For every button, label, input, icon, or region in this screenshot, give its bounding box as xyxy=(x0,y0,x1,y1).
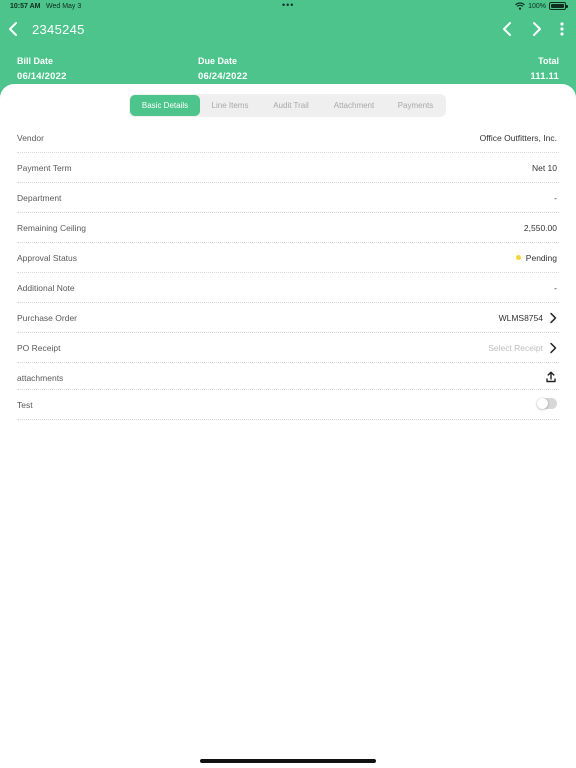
wifi-icon xyxy=(515,2,525,10)
segmented-tabs: Basic Details Line Items Audit Trail Att… xyxy=(129,94,446,117)
status-bar: 10:57 AM Wed May 3 ••• 100% xyxy=(0,0,576,14)
test-toggle[interactable] xyxy=(537,398,557,409)
more-vertical-icon[interactable] xyxy=(556,21,568,37)
purchase-order-label: Purchase Order xyxy=(17,313,77,323)
back-chevron-icon[interactable] xyxy=(6,20,22,38)
pending-status-dot xyxy=(516,255,521,260)
additional-note-label: Additional Note xyxy=(17,283,75,293)
additional-note-row: Additional Note - xyxy=(17,273,559,303)
status-date: Wed May 3 xyxy=(46,3,82,10)
remaining-ceiling-row: Remaining Ceiling 2,550.00 xyxy=(17,213,559,243)
chevron-right-icon[interactable] xyxy=(549,342,557,354)
tab-attachment[interactable]: Attachment xyxy=(322,95,386,116)
multitask-indicator[interactable]: ••• xyxy=(282,0,294,10)
attachments-label: attachments xyxy=(17,373,64,383)
test-label: Test xyxy=(17,400,33,410)
nav-bar: 2345245 xyxy=(0,14,576,44)
bill-date-value: 06/14/2022 xyxy=(17,71,67,82)
upload-icon[interactable] xyxy=(546,371,556,383)
department-value: - xyxy=(554,193,557,203)
due-date-summary: Due Date 06/24/2022 xyxy=(198,56,248,82)
payment-term-label: Payment Term xyxy=(17,163,72,173)
tab-payments[interactable]: Payments xyxy=(386,95,445,116)
home-indicator[interactable] xyxy=(200,759,376,763)
po-receipt-label: PO Receipt xyxy=(17,343,61,353)
total-value: 111.11 xyxy=(530,71,559,82)
status-time: 10:57 AM xyxy=(10,3,41,10)
remaining-ceiling-value: 2,550.00 xyxy=(523,223,557,233)
bill-date-summary: Bill Date 06/14/2022 xyxy=(17,56,67,82)
remaining-ceiling-label: Remaining Ceiling xyxy=(17,223,86,233)
payment-term-value: Net 10 xyxy=(531,163,557,173)
payment-term-row: Payment Term Net 10 xyxy=(17,153,559,183)
detail-rows: Vendor Office Outfitters, Inc. Payment T… xyxy=(17,123,559,420)
total-label: Total xyxy=(538,56,559,66)
vendor-row: Vendor Office Outfitters, Inc. xyxy=(17,123,559,153)
battery-icon xyxy=(549,2,568,10)
approval-status-label: Approval Status xyxy=(17,253,78,263)
attachments-row: attachments xyxy=(17,363,559,390)
due-date-label: Due Date xyxy=(198,56,238,66)
chevron-right-icon[interactable] xyxy=(549,312,557,324)
test-row: Test xyxy=(17,390,559,420)
approval-status-row: Approval Status Pending xyxy=(17,243,559,273)
details-sheet: Basic Details Line Items Audit Trail Att… xyxy=(0,84,576,768)
previous-record-chevron-icon[interactable] xyxy=(500,20,516,38)
tab-audit-trail[interactable]: Audit Trail xyxy=(260,95,322,116)
battery-percent: 100% xyxy=(528,2,546,10)
next-record-chevron-icon[interactable] xyxy=(528,20,544,38)
additional-note-value: - xyxy=(554,283,557,293)
vendor-label: Vendor xyxy=(17,133,44,143)
purchase-order-row[interactable]: Purchase Order WLMS8754 xyxy=(17,303,559,333)
department-row: Department - xyxy=(17,183,559,213)
po-receipt-select[interactable]: Select Receipt xyxy=(488,343,543,353)
po-receipt-row[interactable]: PO Receipt Select Receipt xyxy=(17,333,559,363)
purchase-order-value: WLMS8754 xyxy=(498,313,543,323)
status-right: 100% xyxy=(515,2,568,10)
toggle-knob xyxy=(537,398,548,409)
bill-date-label: Bill Date xyxy=(17,56,54,66)
vendor-value: Office Outfitters, Inc. xyxy=(479,133,557,143)
bill-number-title: 2345245 xyxy=(32,22,85,37)
department-label: Department xyxy=(17,193,62,203)
tab-line-items[interactable]: Line Items xyxy=(200,95,260,116)
total-summary: Total 111.11 xyxy=(530,56,559,82)
approval-status-value: Pending xyxy=(525,253,557,263)
tab-basic-details[interactable]: Basic Details xyxy=(130,95,200,116)
due-date-value: 06/24/2022 xyxy=(198,71,248,82)
